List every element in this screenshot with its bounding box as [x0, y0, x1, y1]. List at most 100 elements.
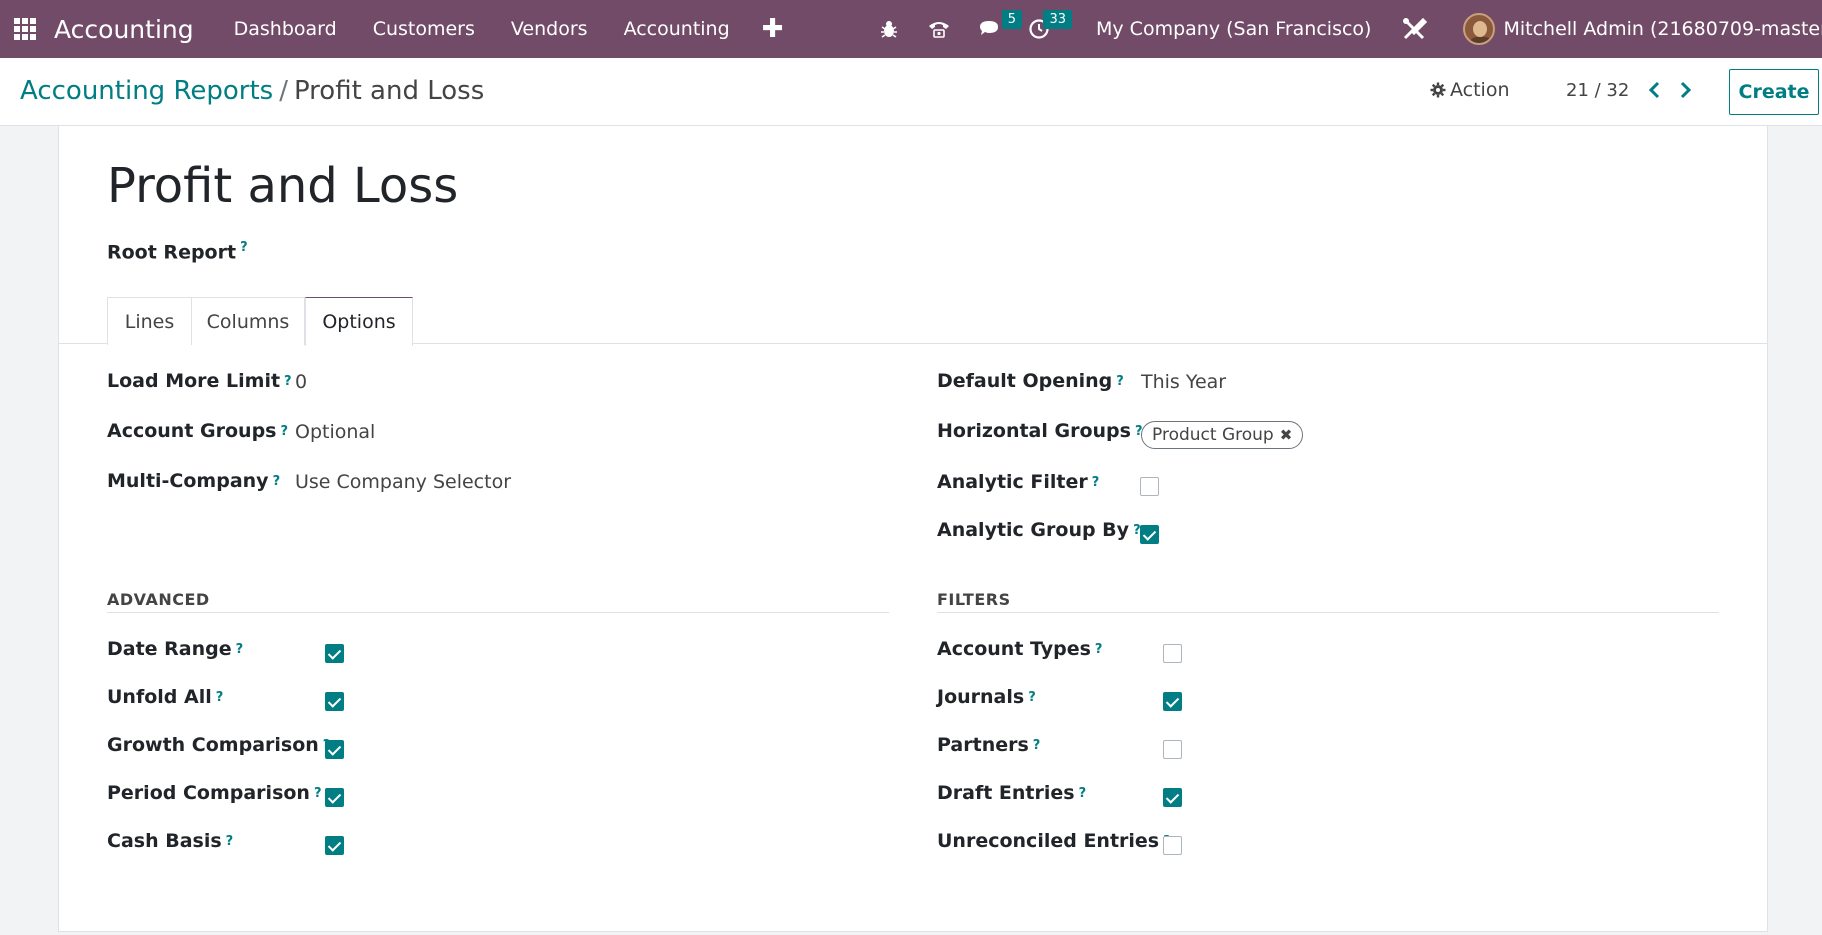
report-title[interactable]: Profit and Loss: [107, 158, 458, 214]
main-menu: Dashboard Customers Vendors Accounting ✚: [216, 16, 798, 42]
pager-value[interactable]: 21 / 32: [1566, 80, 1629, 101]
help-icon[interactable]: ?: [1028, 690, 1036, 705]
tab-lines[interactable]: Lines: [107, 297, 192, 345]
account-groups-field[interactable]: Optional: [295, 421, 375, 443]
growth-comparison-checkbox[interactable]: [325, 740, 344, 759]
date-range-checkbox[interactable]: [325, 644, 344, 663]
unfold-all-text: Unfold All: [107, 686, 212, 708]
horizontal-groups-label: Horizontal Groups?: [937, 416, 1143, 446]
remove-tag-icon[interactable]: ✖: [1280, 426, 1293, 444]
tab-columns[interactable]: Columns: [191, 297, 305, 345]
menu-vendors[interactable]: Vendors: [493, 18, 606, 40]
menu-dashboard[interactable]: Dashboard: [216, 18, 355, 40]
root-report-label: Root Report?: [107, 240, 248, 263]
default-opening-field[interactable]: This Year: [1141, 371, 1226, 393]
horizontal-group-tag[interactable]: Product Group ✖: [1141, 421, 1304, 449]
account-groups-text: Account Groups: [107, 420, 277, 442]
help-icon[interactable]: ?: [273, 474, 281, 489]
account-groups-label: Account Groups?: [107, 416, 288, 446]
period-comparison-text: Period Comparison: [107, 782, 310, 804]
help-icon[interactable]: ?: [216, 690, 224, 705]
multi-company-label: Multi-Company?: [107, 466, 280, 496]
help-icon[interactable]: ?: [1095, 642, 1103, 657]
advanced-section-heading: ADVANCED: [107, 590, 210, 609]
account-types-checkbox[interactable]: [1163, 644, 1182, 663]
create-button[interactable]: Create: [1729, 69, 1819, 115]
partners-checkbox[interactable]: [1163, 740, 1182, 759]
partners-label: Partners?: [937, 730, 1040, 760]
filters-section-heading: FILTERS: [937, 590, 1011, 609]
pager-previous-icon[interactable]: [1644, 78, 1664, 102]
avatar: [1463, 13, 1496, 45]
cash-basis-checkbox[interactable]: [325, 836, 344, 855]
phone-icon[interactable]: [920, 0, 958, 58]
unreconciled-entries-label: Unreconciled Entries?: [937, 826, 1171, 856]
help-icon[interactable]: ?: [314, 786, 322, 801]
breadcrumb-separator: /: [279, 76, 288, 106]
tab-options[interactable]: Options: [305, 297, 413, 346]
load-more-limit-label: Load More Limit?: [107, 366, 292, 396]
date-range-label: Date Range?: [107, 634, 243, 664]
multi-company-text: Multi-Company: [107, 470, 269, 492]
menu-customers[interactable]: Customers: [355, 18, 493, 40]
help-icon[interactable]: ?: [1092, 475, 1100, 490]
draft-entries-label: Draft Entries?: [937, 778, 1086, 808]
horizontal-groups-text: Horizontal Groups: [937, 420, 1131, 442]
user-menu[interactable]: Mitchell Admin (21680709-master-all: [1463, 13, 1822, 45]
pager-next-icon[interactable]: [1676, 78, 1696, 102]
action-label: Action: [1450, 79, 1510, 101]
journals-label: Journals?: [937, 682, 1036, 712]
growth-comparison-label: Growth Comparison?: [107, 730, 330, 760]
help-icon[interactable]: ?: [284, 374, 292, 389]
breadcrumb-parent[interactable]: Accounting Reports: [20, 76, 273, 106]
unfold-all-checkbox[interactable]: [325, 692, 344, 711]
breadcrumb: Accounting Reports / Profit and Loss: [20, 76, 484, 106]
help-icon[interactable]: ?: [281, 424, 289, 439]
action-button[interactable]: Action: [1430, 79, 1510, 101]
apps-grid-icon[interactable]: [14, 18, 38, 40]
load-more-limit-field[interactable]: 0: [295, 371, 307, 393]
user-name: Mitchell Admin (21680709-master-all: [1503, 18, 1822, 40]
multi-company-field[interactable]: Use Company Selector: [295, 471, 511, 493]
help-icon[interactable]: ?: [1079, 786, 1087, 801]
debug-tools-icon[interactable]: [1399, 14, 1429, 44]
help-icon[interactable]: ?: [1033, 738, 1041, 753]
analytic-group-by-checkbox[interactable]: [1140, 525, 1159, 544]
draft-entries-checkbox[interactable]: [1163, 788, 1182, 807]
gear-icon: [1430, 82, 1446, 98]
draft-entries-text: Draft Entries: [937, 782, 1075, 804]
unreconciled-entries-text: Unreconciled Entries: [937, 830, 1160, 852]
help-icon[interactable]: ?: [1116, 374, 1124, 389]
control-panel: Accounting Reports / Profit and Loss Actio…: [0, 58, 1822, 126]
journals-checkbox[interactable]: [1163, 692, 1182, 711]
period-comparison-checkbox[interactable]: [325, 788, 344, 807]
help-icon[interactable]: ?: [240, 240, 248, 255]
default-opening-label: Default Opening?: [937, 366, 1124, 396]
analytic-filter-label: Analytic Filter?: [937, 467, 1099, 497]
menu-accounting[interactable]: Accounting: [606, 18, 748, 40]
bug-icon[interactable]: [870, 0, 908, 58]
cash-basis-text: Cash Basis: [107, 830, 222, 852]
cash-basis-label: Cash Basis?: [107, 826, 233, 856]
app-name[interactable]: Accounting: [54, 15, 194, 44]
analytic-group-by-label: Analytic Group By?: [937, 515, 1141, 545]
analytic-filter-checkbox[interactable]: [1140, 477, 1159, 496]
help-icon[interactable]: ?: [226, 834, 234, 849]
advanced-divider: [107, 612, 889, 613]
date-range-text: Date Range: [107, 638, 232, 660]
load-more-limit-text: Load More Limit: [107, 370, 281, 392]
journals-text: Journals: [937, 686, 1025, 708]
account-types-label: Account Types?: [937, 634, 1102, 664]
help-icon[interactable]: ?: [236, 642, 244, 657]
plus-icon[interactable]: ✚: [748, 16, 798, 42]
default-opening-text: Default Opening: [937, 370, 1113, 392]
analytic-group-by-text: Analytic Group By: [937, 519, 1130, 541]
account-types-text: Account Types: [937, 638, 1091, 660]
company-switcher[interactable]: My Company (San Francisco): [1096, 18, 1371, 40]
messages-icon[interactable]: 5: [970, 0, 1022, 58]
breadcrumb-current: Profit and Loss: [293, 76, 485, 106]
unreconciled-entries-checkbox[interactable]: [1163, 836, 1182, 855]
analytic-filter-text: Analytic Filter: [937, 471, 1088, 493]
period-comparison-label: Period Comparison?: [107, 778, 322, 808]
activities-clock-icon[interactable]: 33: [1020, 0, 1072, 58]
